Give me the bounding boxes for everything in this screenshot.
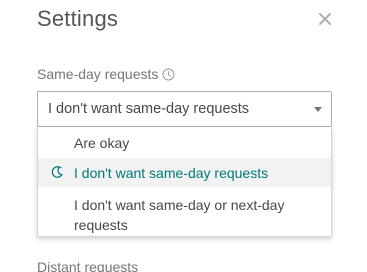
option-label: Are okay: [74, 135, 130, 151]
option-no-same-or-next-day[interactable]: I don't want same-day or next-day reques…: [38, 187, 331, 235]
same-day-label: Same-day requests: [37, 66, 159, 82]
close-icon: [319, 13, 331, 25]
option-no-same-day[interactable]: I don't want same-day requests: [38, 158, 331, 187]
close-button[interactable]: [316, 10, 334, 28]
option-label: I don't want same-day requests: [74, 165, 269, 181]
same-day-label-row: Same-day requests: [37, 66, 175, 82]
info-clock-icon[interactable]: [162, 68, 175, 81]
option-label: I don't want same-day or next-day reques…: [74, 197, 285, 233]
same-day-dropdown-menu: Are okay I don't want same-day requests …: [37, 127, 332, 237]
dialog-title: Settings: [37, 6, 119, 31]
option-are-okay[interactable]: Are okay: [38, 127, 331, 158]
same-day-select-value: I don't want same-day requests: [48, 101, 250, 117]
same-day-select[interactable]: I don't want same-day requests: [37, 91, 332, 127]
distant-requests-label: Distant requests: [37, 259, 139, 272]
caret-down-icon: [314, 107, 322, 112]
moon-icon: [51, 166, 63, 178]
